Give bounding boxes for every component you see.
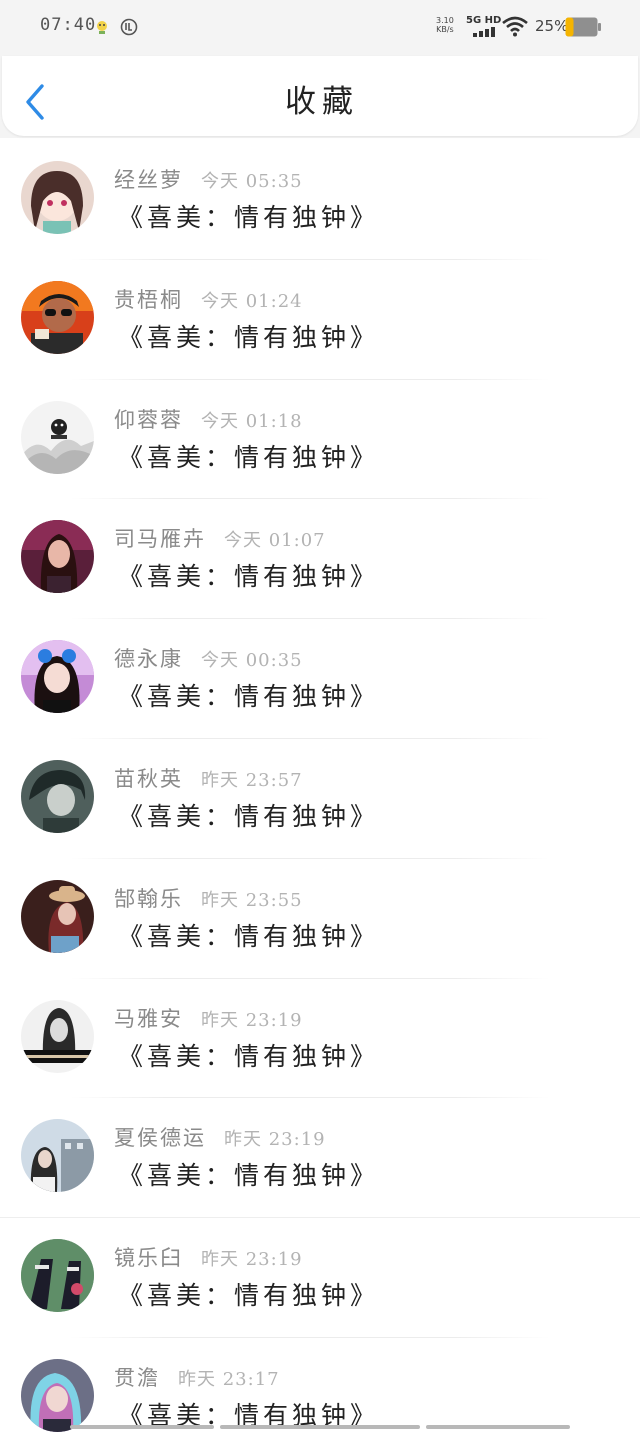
item-name: 司马雁卉 [114, 527, 206, 552]
item-meta: 夏侯德运 昨天 23:19 [114, 1122, 326, 1151]
item-name: 马雅安 [114, 1006, 183, 1031]
item-time: 今天 01:07 [224, 530, 326, 552]
favorites-list: 经丝萝 今天 05:35 《喜美：情有独钟》 贵梧桐 今天 01:24 《喜美：情有… [0, 140, 640, 1433]
network-type: 5G HD [466, 15, 502, 26]
item-content: 《喜美：情有独钟》 [118, 801, 380, 831]
signal-icon [473, 27, 495, 37]
avatar[interactable] [21, 1119, 94, 1193]
avatar[interactable] [21, 1358, 94, 1432]
item-meta: 贵梧桐 今天 01:24 [114, 284, 303, 312]
item-meta: 苗秋英 昨天 23:57 [114, 763, 303, 791]
list-item[interactable]: 镜乐臼 昨天 23:19 《喜美：情有独钟》 [0, 1218, 640, 1338]
list-item[interactable]: 仰蓉蓉 今天 01:18 《喜美：情有独钟》 [0, 380, 640, 500]
item-name: 镜乐臼 [114, 1246, 183, 1271]
network-speed: 3.10 KB/s [436, 16, 454, 34]
scroll-segment [70, 1425, 214, 1429]
item-time: 昨天 23:55 [201, 889, 303, 911]
item-name: 贯澹 [114, 1365, 160, 1390]
item-time: 今天 00:35 [201, 650, 303, 672]
wifi-icon [502, 16, 528, 37]
item-time: 昨天 23:19 [201, 1009, 303, 1031]
item-content: 《喜美：情有独钟》 [118, 1161, 380, 1191]
avatar[interactable] [21, 879, 94, 953]
app-status-icon [120, 18, 138, 36]
avatar[interactable] [21, 759, 94, 833]
list-item[interactable]: 贯澹 昨天 23:17 《喜美：情有独钟》 [0, 1338, 640, 1433]
avatar[interactable] [21, 400, 94, 474]
net-speed-unit: KB/s [436, 25, 454, 34]
avatar[interactable] [21, 520, 94, 594]
list-item[interactable]: 司马雁卉 今天 01:07 《喜美：情有独钟》 [0, 499, 640, 620]
list-item[interactable]: 苗秋英 昨天 23:57 《喜美：情有独钟》 [0, 739, 640, 859]
item-time: 昨天 23:17 [178, 1368, 280, 1390]
avatar[interactable] [21, 161, 94, 234]
item-name: 仰蓉蓉 [114, 407, 183, 432]
list-item[interactable]: 德永康 今天 00:35 《喜美：情有独钟》 [0, 619, 640, 739]
scroll-segment [220, 1425, 420, 1429]
list-item[interactable]: 马雅安 昨天 23:19 《喜美：情有独钟》 [0, 979, 640, 1099]
item-name: 夏侯德运 [114, 1126, 206, 1151]
item-name: 郜翰乐 [114, 886, 183, 911]
status-time: 07:40 [40, 15, 97, 35]
list-item[interactable]: 夏侯德运 昨天 23:19 《喜美：情有独钟》 [0, 1098, 640, 1219]
item-time: 昨天 23:19 [201, 1249, 303, 1271]
page-title: 收藏 [285, 84, 359, 120]
item-time: 昨天 23:19 [224, 1129, 326, 1151]
item-name: 贵梧桐 [114, 287, 183, 312]
notification-icon [97, 21, 107, 34]
item-meta: 马雅安 昨天 23:19 [114, 1003, 303, 1031]
list-item[interactable]: 贵梧桐 今天 01:24 《喜美：情有独钟》 [0, 260, 640, 380]
item-meta: 德永康 今天 00:35 [114, 643, 303, 672]
scroll-indicator[interactable] [70, 1425, 570, 1429]
item-content: 《喜美：情有独钟》 [118, 322, 380, 352]
item-name: 苗秋英 [114, 766, 183, 791]
item-meta: 司马雁卉 今天 01:07 [114, 523, 326, 552]
item-meta: 仰蓉蓉 今天 01:18 [114, 404, 303, 432]
list-item[interactable]: 郜翰乐 昨天 23:55 《喜美：情有独钟》 [0, 859, 640, 979]
item-meta: 郜翰乐 昨天 23:55 [114, 883, 303, 911]
item-time: 今天 05:35 [201, 171, 303, 192]
avatar[interactable] [21, 280, 94, 354]
status-bar: 07:40 3.10 KB/s 5G HD 25% [0, 0, 640, 56]
item-name: 经丝萝 [114, 168, 183, 192]
item-meta: 贯澹 昨天 23:17 [114, 1362, 280, 1390]
item-time: 今天 01:24 [201, 290, 303, 312]
item-content: 《喜美：情有独钟》 [118, 921, 380, 951]
item-content: 《喜美：情有独钟》 [118, 1041, 380, 1071]
scroll-segment [426, 1425, 570, 1429]
item-meta: 镜乐臼 昨天 23:19 [114, 1242, 303, 1271]
item-content: 《喜美：情有独钟》 [118, 682, 380, 712]
item-time: 昨天 23:57 [201, 769, 303, 791]
item-content: 《喜美：情有独钟》 [118, 562, 380, 592]
item-time: 今天 01:18 [201, 410, 303, 432]
list-item[interactable]: 经丝萝 今天 05:35 《喜美：情有独钟》 [0, 140, 640, 260]
item-content: 《喜美：情有独钟》 [118, 203, 380, 232]
avatar[interactable] [21, 1239, 94, 1313]
item-name: 德永康 [114, 647, 183, 672]
avatar[interactable] [21, 640, 94, 714]
net-speed-value: 3.10 [436, 16, 454, 25]
item-content: 《喜美：情有独钟》 [118, 442, 380, 472]
header: 收藏 [0, 56, 640, 138]
item-content: 《喜美：情有独钟》 [118, 1281, 380, 1311]
header-card: 收藏 [2, 56, 638, 136]
battery-percent: 25% [535, 17, 569, 35]
item-meta: 经丝萝 今天 05:35 [114, 164, 303, 192]
battery-icon [565, 17, 601, 37]
avatar[interactable] [21, 999, 94, 1073]
